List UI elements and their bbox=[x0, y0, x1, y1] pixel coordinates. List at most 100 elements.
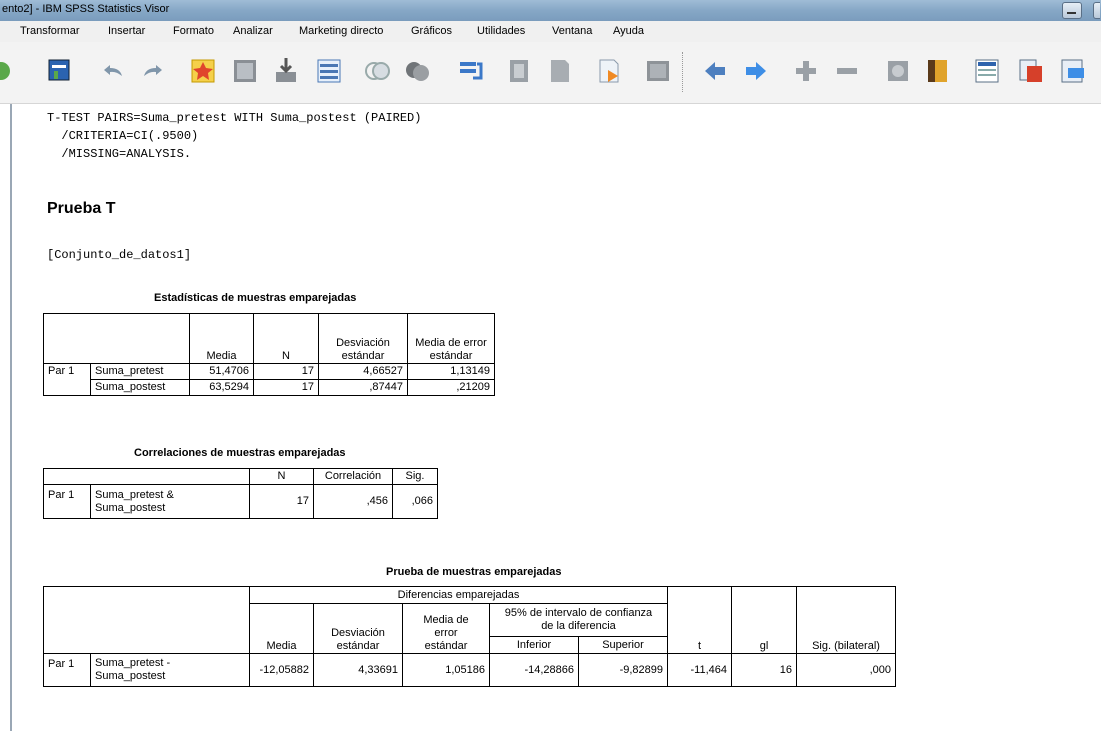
col-header: Media bbox=[189, 313, 254, 364]
menu-utilidades[interactable]: Utilidades bbox=[477, 25, 525, 37]
collapse-icon[interactable] bbox=[834, 56, 860, 86]
select-cases-icon[interactable] bbox=[364, 56, 390, 86]
row-variable-line: Suma_postest bbox=[95, 501, 166, 514]
cell-value: 17 bbox=[249, 484, 314, 519]
hide-icon[interactable] bbox=[925, 56, 951, 86]
col-header: Desviación estándar bbox=[318, 313, 408, 364]
pair-label: Par 1 bbox=[43, 653, 91, 687]
insert-case-icon[interactable] bbox=[547, 56, 573, 86]
toolbar-separator bbox=[682, 52, 684, 92]
table-header-row: Diferencias emparejadas t gl Sig. (bilat… bbox=[43, 586, 896, 654]
col-header: gl bbox=[731, 586, 797, 654]
menu-insertar[interactable]: Insertar bbox=[108, 25, 145, 37]
col-header-text: Media de error estándar bbox=[415, 337, 487, 362]
col-header: Inferior bbox=[489, 636, 579, 654]
table-header-row: Media N Desviación estándar Media de err… bbox=[43, 313, 495, 364]
split-file-icon[interactable] bbox=[457, 56, 483, 86]
row-variable-line: Suma_pretest - bbox=[95, 657, 171, 669]
table-header-row: N Correlación Sig. bbox=[43, 468, 438, 485]
toolbar bbox=[0, 42, 1101, 104]
cell-value: 4,66527 bbox=[318, 363, 408, 380]
corr-table[interactable]: N Correlación Sig. Par 1 Suma_pretest & … bbox=[43, 468, 438, 519]
col-header-text: Desviación estándar bbox=[336, 337, 390, 362]
stats-table[interactable]: Media N Desviación estándar Media de err… bbox=[43, 313, 495, 396]
weight-cases-icon[interactable] bbox=[404, 56, 430, 86]
cell-value: 4,33691 bbox=[313, 653, 403, 687]
insert-variable-icon[interactable] bbox=[506, 56, 532, 86]
col-header: Sig. bbox=[392, 468, 438, 485]
goto-case-icon[interactable] bbox=[273, 56, 299, 86]
cell-value: -14,28866 bbox=[489, 653, 579, 687]
col-header-text: Desviación bbox=[331, 627, 385, 639]
table-corner bbox=[43, 468, 250, 485]
cell-value: 1,13149 bbox=[407, 363, 495, 380]
show-icon[interactable] bbox=[885, 56, 911, 86]
row-variable: Suma_pretest - Suma_postest bbox=[90, 653, 250, 687]
col-header-text: estándar bbox=[424, 640, 468, 652]
menu-bar: Transformar Insertar Formato Analizar Ma… bbox=[0, 21, 1101, 43]
cell-value: 1,05186 bbox=[402, 653, 490, 687]
cell-value: 17 bbox=[253, 379, 319, 396]
minimize-icon bbox=[1067, 12, 1076, 14]
menu-graficos[interactable]: Gráficos bbox=[411, 25, 452, 37]
show-all-icon[interactable] bbox=[645, 56, 671, 86]
output-viewer[interactable]: T-TEST PAIRS=Suma_pretest WITH Suma_post… bbox=[0, 104, 1101, 731]
undo-icon[interactable] bbox=[100, 56, 126, 86]
cell-value: -12,05882 bbox=[249, 653, 314, 687]
row-variable: Suma_pretest bbox=[90, 363, 190, 380]
cell-value: 16 bbox=[731, 653, 797, 687]
table-corner bbox=[43, 313, 190, 364]
test-table[interactable]: Diferencias emparejadas t gl Sig. (bilat… bbox=[43, 586, 896, 687]
variables-icon[interactable] bbox=[316, 56, 342, 86]
cell-value: -9,82899 bbox=[578, 653, 668, 687]
col-header: Sig. (bilateral) bbox=[796, 586, 896, 654]
export-icon[interactable] bbox=[47, 56, 73, 86]
insert-heading-icon[interactable] bbox=[974, 56, 1000, 86]
syntax-line: /CRITERIA=CI(.9500) bbox=[47, 129, 199, 143]
cell-value: ,21209 bbox=[407, 379, 495, 396]
pair-label: Par 1 bbox=[43, 363, 91, 380]
cell-value: 51,4706 bbox=[189, 363, 254, 380]
group-header: Diferencias emparejadas bbox=[249, 586, 668, 604]
insert-text-icon[interactable] bbox=[1060, 56, 1086, 86]
title-bar: ento2] - IBM SPSS Statistics Visor bbox=[0, 0, 1101, 21]
table-row: Suma_postest 63,5294 17 ,87447 ,21209 bbox=[43, 379, 495, 396]
previous-icon[interactable] bbox=[703, 56, 729, 86]
test-table-title: Prueba de muestras emparejadas bbox=[386, 566, 562, 578]
redo-icon[interactable] bbox=[140, 56, 166, 86]
col-header-text: estándar bbox=[336, 640, 380, 652]
col-header-text: Media de bbox=[423, 614, 469, 626]
menu-marketing-directo[interactable]: Marketing directo bbox=[299, 25, 383, 37]
cell-value: 17 bbox=[253, 363, 319, 380]
insert-title-icon[interactable] bbox=[1018, 56, 1044, 86]
cell-value: -11,464 bbox=[667, 653, 732, 687]
menu-formato[interactable]: Formato bbox=[173, 25, 214, 37]
syntax-line: /MISSING=ANALYSIS. bbox=[47, 147, 192, 161]
pair-label: Par 1 bbox=[43, 484, 91, 519]
ci-header: 95% de intervalo de confianza de la dife… bbox=[489, 603, 668, 637]
maximize-button[interactable] bbox=[1093, 2, 1100, 19]
outline-gutter bbox=[10, 104, 12, 731]
cell-value: ,456 bbox=[313, 484, 393, 519]
menu-transformar[interactable]: Transformar bbox=[20, 25, 80, 37]
script-icon[interactable] bbox=[596, 56, 622, 86]
menu-ventana[interactable]: Ventana bbox=[552, 25, 592, 37]
partial-icon[interactable] bbox=[0, 56, 14, 86]
col-header: N bbox=[249, 468, 314, 485]
menu-ayuda[interactable]: Ayuda bbox=[613, 25, 644, 37]
minimize-button[interactable] bbox=[1062, 2, 1082, 19]
col-header: Media bbox=[249, 603, 314, 654]
col-header: Desviación estándar bbox=[313, 603, 403, 654]
expand-icon[interactable] bbox=[793, 56, 819, 86]
window-title: ento2] - IBM SPSS Statistics Visor bbox=[2, 3, 170, 15]
col-header: Media de error estándar bbox=[407, 313, 495, 364]
goto-data-icon[interactable] bbox=[232, 56, 258, 86]
goto-output-icon[interactable] bbox=[190, 56, 216, 86]
col-header: Media de error estándar bbox=[402, 603, 490, 654]
col-header: t bbox=[667, 586, 732, 654]
pair-label-empty bbox=[43, 379, 91, 396]
table-row: Par 1 Suma_pretest & Suma_postest 17 ,45… bbox=[43, 484, 438, 519]
row-variable-line: Suma_pretest & bbox=[95, 488, 174, 501]
menu-analizar[interactable]: Analizar bbox=[233, 25, 273, 37]
next-icon[interactable] bbox=[742, 56, 768, 86]
